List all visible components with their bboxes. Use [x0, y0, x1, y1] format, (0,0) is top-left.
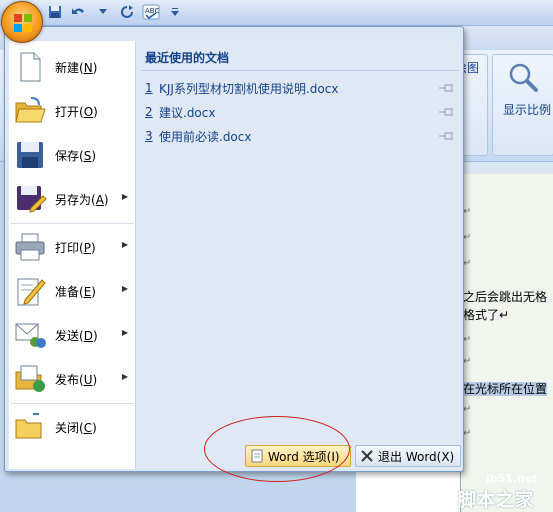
menu-item-label: 新建(N) — [55, 60, 98, 75]
recent-document-item[interactable]: 1 KJJ系列型材切割机使用说明.docx — [145, 77, 459, 99]
paragraph-mark: ↵ — [463, 258, 472, 269]
recent-document-name: 使用前必读.docx — [159, 129, 252, 144]
menu-item-label: 发布(U) — [55, 372, 98, 387]
menu-item-prepare[interactable]: 准备(E) ▶ — [9, 269, 136, 313]
zoom-label[interactable]: 显示比例 — [503, 101, 551, 118]
pin-icon[interactable] — [439, 107, 455, 117]
spelling-icon[interactable]: ABC — [142, 3, 160, 21]
paragraph-mark: ↵ — [463, 404, 472, 415]
menu-item-open[interactable]: 打开(O) — [9, 89, 136, 133]
recent-divider — [141, 70, 459, 71]
menu-separator — [11, 223, 134, 224]
menu-item-send[interactable]: 发送(D) ▶ — [9, 313, 136, 357]
save-disk-icon — [13, 138, 47, 172]
pin-icon[interactable] — [439, 131, 455, 141]
menu-separator — [11, 403, 134, 404]
document-line: 格式了↵ — [463, 308, 510, 322]
title-bar: ABC — [0, 0, 553, 26]
recent-document-name: 建议.docx — [159, 105, 216, 120]
watermark-name: 脚本之家 — [458, 490, 534, 511]
submenu-arrow-icon: ▶ — [121, 284, 128, 293]
menu-item-label: 打印(P) — [55, 240, 96, 255]
submenu-arrow-icon: ▶ — [121, 372, 128, 381]
menu-item-save[interactable]: 保存(S) — [9, 133, 136, 177]
magnifier-icon[interactable] — [507, 61, 539, 93]
recent-document-number: 2 — [145, 105, 153, 119]
publish-icon — [13, 362, 47, 396]
undo-icon[interactable] — [70, 3, 88, 21]
paragraph-mark: ↵ — [463, 206, 472, 217]
customize-icon[interactable] — [166, 3, 184, 21]
recent-document-number: 1 — [145, 81, 153, 95]
paragraph-mark: ↵ — [463, 356, 472, 367]
menu-item-publish[interactable]: 发布(U) ▶ — [9, 357, 136, 401]
close-folder-icon — [13, 410, 47, 444]
dropdown-icon[interactable] — [94, 3, 112, 21]
office-menu: 新建(N) 打开(O) 保存(S) 另存为(A) ▶ 打印(P) ▶ 准备(E)… — [4, 26, 464, 472]
submenu-arrow-icon: ▶ — [121, 192, 128, 201]
open-folder-icon — [13, 94, 47, 128]
save-icon[interactable] — [46, 3, 64, 21]
printer-icon — [13, 230, 47, 264]
office-logo-icon — [14, 14, 32, 32]
exit-word-button[interactable]: 退出 Word(X) — [355, 445, 461, 467]
document-line: 之后会跳出无格 — [463, 290, 548, 304]
office-button[interactable] — [1, 1, 43, 43]
menu-item-label: 准备(E) — [55, 284, 96, 299]
ribbon-group-zoom: 显示比例 — [492, 54, 553, 156]
menu-item-label: 关闭(C) — [55, 420, 97, 435]
menu-item-label: 发送(D) — [55, 328, 98, 343]
prepare-icon — [13, 274, 47, 308]
menu-item-label: 另存为(A) — [55, 192, 109, 207]
paragraph-mark: ↵ — [463, 428, 472, 439]
quick-access-toolbar: ABC — [46, 3, 184, 21]
paragraph-mark: ↵ — [463, 334, 472, 345]
submenu-arrow-icon: ▶ — [121, 240, 128, 249]
menu-item-save-as[interactable]: 另存为(A) ▶ — [9, 177, 136, 221]
menu-item-new[interactable]: 新建(N) — [9, 45, 136, 89]
recent-document-item[interactable]: 3 使用前必读.docx — [145, 125, 459, 147]
send-icon — [13, 318, 47, 352]
svg-text:ABC: ABC — [145, 7, 159, 15]
paragraph-mark: ↵ — [463, 232, 472, 243]
menu-item-label: 打开(O) — [55, 104, 98, 119]
office-menu-commands: 新建(N) 打开(O) 保存(S) 另存为(A) ▶ 打印(P) ▶ 准备(E)… — [9, 41, 136, 469]
recent-document-item[interactable]: 2 建议.docx — [145, 101, 459, 123]
menu-item-print[interactable]: 打印(P) ▶ — [9, 225, 136, 269]
selected-text: 在光标所在位置 — [463, 382, 548, 396]
recent-documents-title: 最近使用的文档 — [145, 51, 230, 65]
status-area — [0, 470, 356, 512]
submenu-arrow-icon: ▶ — [121, 328, 128, 337]
document-line: 在光标所在位置 — [463, 380, 548, 397]
recent-document-name: KJJ系列型材切割机使用说明.docx — [159, 81, 339, 96]
exit-word-label: 退出 Word(X) — [378, 449, 455, 464]
recent-document-number: 3 — [145, 129, 153, 143]
word-options-button[interactable]: Word 选项(I) — [245, 445, 351, 467]
options-document-icon — [251, 449, 263, 463]
pin-icon[interactable] — [439, 83, 455, 93]
close-icon — [361, 450, 373, 462]
save-as-icon — [13, 182, 47, 216]
new-document-icon — [13, 50, 47, 84]
menu-item-label: 保存(S) — [55, 148, 97, 163]
recent-documents-pane: 最近使用的文档 1 KJJ系列型材切割机使用说明.docx 2 建议.docx … — [137, 41, 461, 469]
watermark-site: jb51.net — [486, 472, 538, 485]
word-options-label: Word 选项(I) — [268, 449, 340, 464]
menu-item-close[interactable]: 关闭(C) — [9, 405, 136, 449]
redo-icon[interactable] — [118, 3, 136, 21]
